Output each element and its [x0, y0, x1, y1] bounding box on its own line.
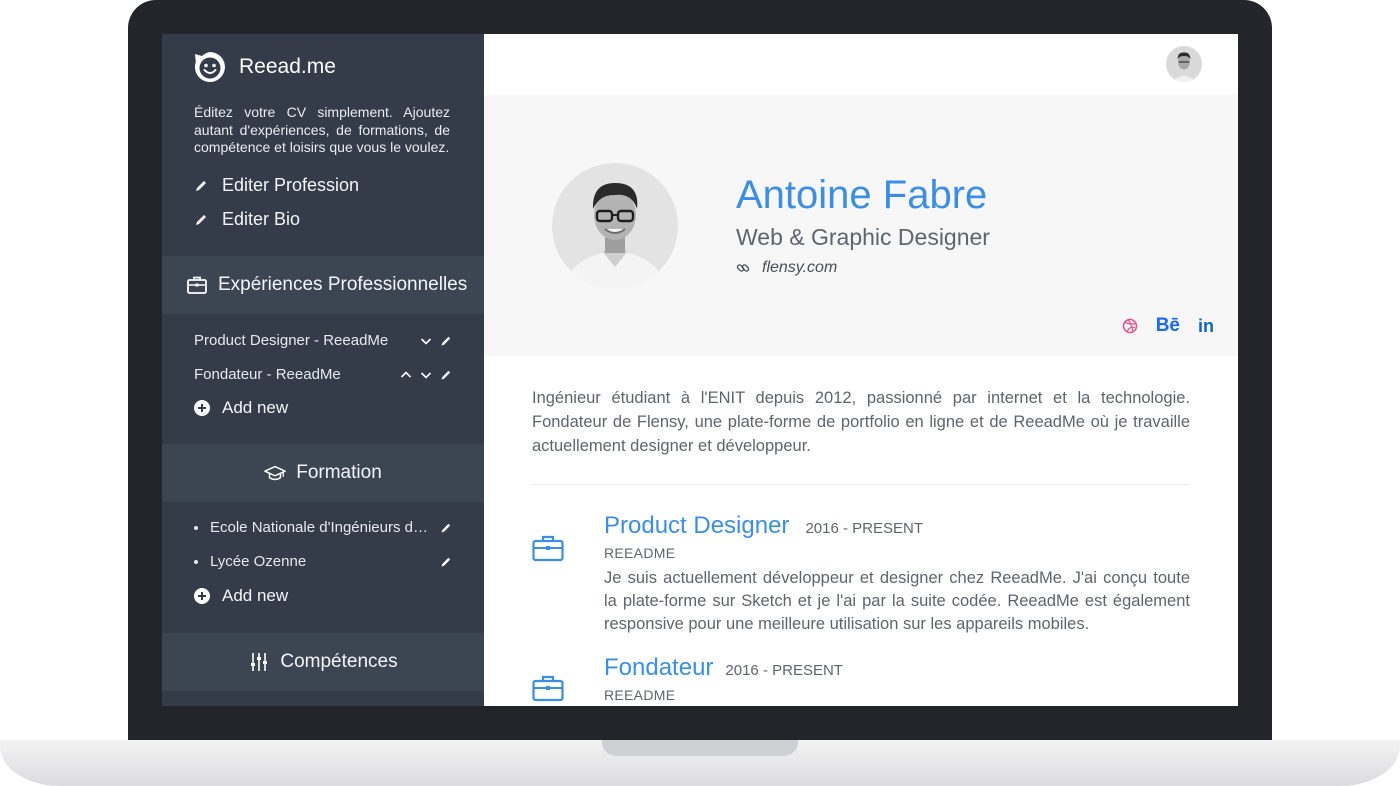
profile-name: Antoine Fabre	[736, 173, 988, 217]
divider	[532, 484, 1190, 485]
edit-profession-label: Editer Profession	[222, 175, 360, 195]
briefcase-icon	[532, 675, 564, 702]
graduation-cap-icon	[264, 465, 287, 481]
sidebar-intro-text: Éditez votre CV simplement. Ajoutez auta…	[194, 104, 450, 155]
profile-bio: Ingénieur étudiant à l'ENIT depuis 2012,…	[532, 389, 1190, 455]
chevron-down-icon[interactable]	[420, 335, 432, 347]
experience-entry: Product Designer 2016 - PRESENT REEADME …	[532, 512, 1190, 642]
add-experience-button[interactable]: Add new	[194, 398, 288, 418]
user-avatar[interactable]	[1166, 46, 1202, 82]
brand[interactable]: Reead.me	[193, 50, 336, 84]
smiley-logo-icon	[194, 52, 225, 82]
social-links: Bē in	[1104, 315, 1214, 337]
experience-item[interactable]: Fondateur - ReeadMe	[194, 366, 452, 383]
add-new-label: Add new	[222, 398, 289, 417]
section-title: Compétences	[280, 651, 398, 672]
experience-role: Fondateur 2016 - PRESENT	[604, 654, 843, 682]
briefcase-icon	[187, 276, 207, 294]
section-header-experiences[interactable]: Expériences Professionnelles	[162, 256, 484, 314]
profile-header: Antoine Fabre Web & Graphic Designer fle…	[484, 95, 1238, 356]
cv-preview: Antoine Fabre Web & Graphic Designer fle…	[484, 34, 1238, 706]
behance-icon[interactable]: Bē	[1156, 315, 1180, 337]
plus-circle-icon	[194, 588, 210, 604]
experience-dates: 2016 - PRESENT	[725, 662, 843, 679]
pencil-icon[interactable]	[440, 335, 452, 347]
pencil-icon	[196, 214, 206, 225]
experience-description: Je suis actuellement développeur et desi…	[604, 569, 1190, 633]
sliders-icon	[251, 653, 268, 671]
section-header-formation[interactable]: Formation	[162, 444, 484, 502]
experience-title: Product Designer	[604, 512, 790, 539]
experience-item-label: Fondateur - ReeadMe	[194, 366, 341, 383]
formation-item[interactable]: Ecole Nationale d'Ingénieurs de Tarbes	[194, 519, 452, 536]
experience-title: Fondateur	[604, 654, 714, 681]
portrait-image	[552, 163, 678, 289]
laptop-notch	[602, 740, 798, 756]
edit-bio-label: Editer Bio	[222, 209, 301, 229]
bullet	[194, 525, 198, 530]
section-title: Expériences Professionnelles	[218, 274, 468, 295]
website-label: flensy.com	[762, 259, 838, 276]
avatar-image	[1166, 46, 1202, 82]
pencil-icon[interactable]	[440, 556, 452, 568]
edit-bio-link[interactable]: Editer Bio	[194, 209, 300, 230]
chevron-down-icon[interactable]	[420, 369, 432, 381]
briefcase-icon	[532, 535, 564, 562]
brand-name: Reead.me	[239, 55, 336, 78]
experience-item[interactable]: Product Designer - ReeadMe	[194, 332, 452, 349]
editor-sidebar: Reead.me Éditez votre CV simplement. Ajo…	[162, 34, 484, 706]
website-link[interactable]: flensy.com	[736, 259, 837, 277]
pencil-icon	[196, 180, 206, 191]
profile-profession: Web & Graphic Designer	[736, 224, 990, 250]
link-icon	[736, 264, 750, 272]
linkedin-icon[interactable]: in	[1198, 316, 1214, 337]
profile-photo	[552, 163, 678, 289]
section-title: Formation	[296, 462, 382, 483]
formation-item-label: Ecole Nationale d'Ingénieurs de Tarbes	[210, 519, 432, 536]
experience-company: REEADME	[604, 545, 676, 561]
bullet	[194, 559, 198, 564]
pencil-icon[interactable]	[440, 369, 452, 381]
formation-item-label: Lycée Ozenne	[210, 553, 307, 570]
dribbble-icon[interactable]	[1122, 318, 1138, 334]
section-header-competences[interactable]: Compétences	[162, 633, 484, 691]
experience-entry: Fondateur 2016 - PRESENT REEADME	[532, 654, 1190, 706]
add-new-label: Add new	[222, 586, 289, 605]
experience-dates: 2016 - PRESENT	[805, 520, 923, 537]
chevron-up-icon[interactable]	[400, 369, 412, 381]
experience-item-label: Product Designer - ReeadMe	[194, 332, 389, 349]
plus-circle-icon	[194, 400, 210, 416]
add-formation-button[interactable]: Add new	[194, 586, 288, 606]
experience-role: Product Designer 2016 - PRESENT	[604, 512, 923, 540]
pencil-icon[interactable]	[440, 522, 452, 534]
formation-item[interactable]: Lycée Ozenne	[194, 553, 452, 570]
edit-profession-link[interactable]: Editer Profession	[194, 175, 359, 196]
app-screen: Reead.me Éditez votre CV simplement. Ajo…	[162, 34, 1238, 706]
top-bar	[484, 34, 1238, 95]
experience-company: REEADME	[604, 687, 676, 703]
